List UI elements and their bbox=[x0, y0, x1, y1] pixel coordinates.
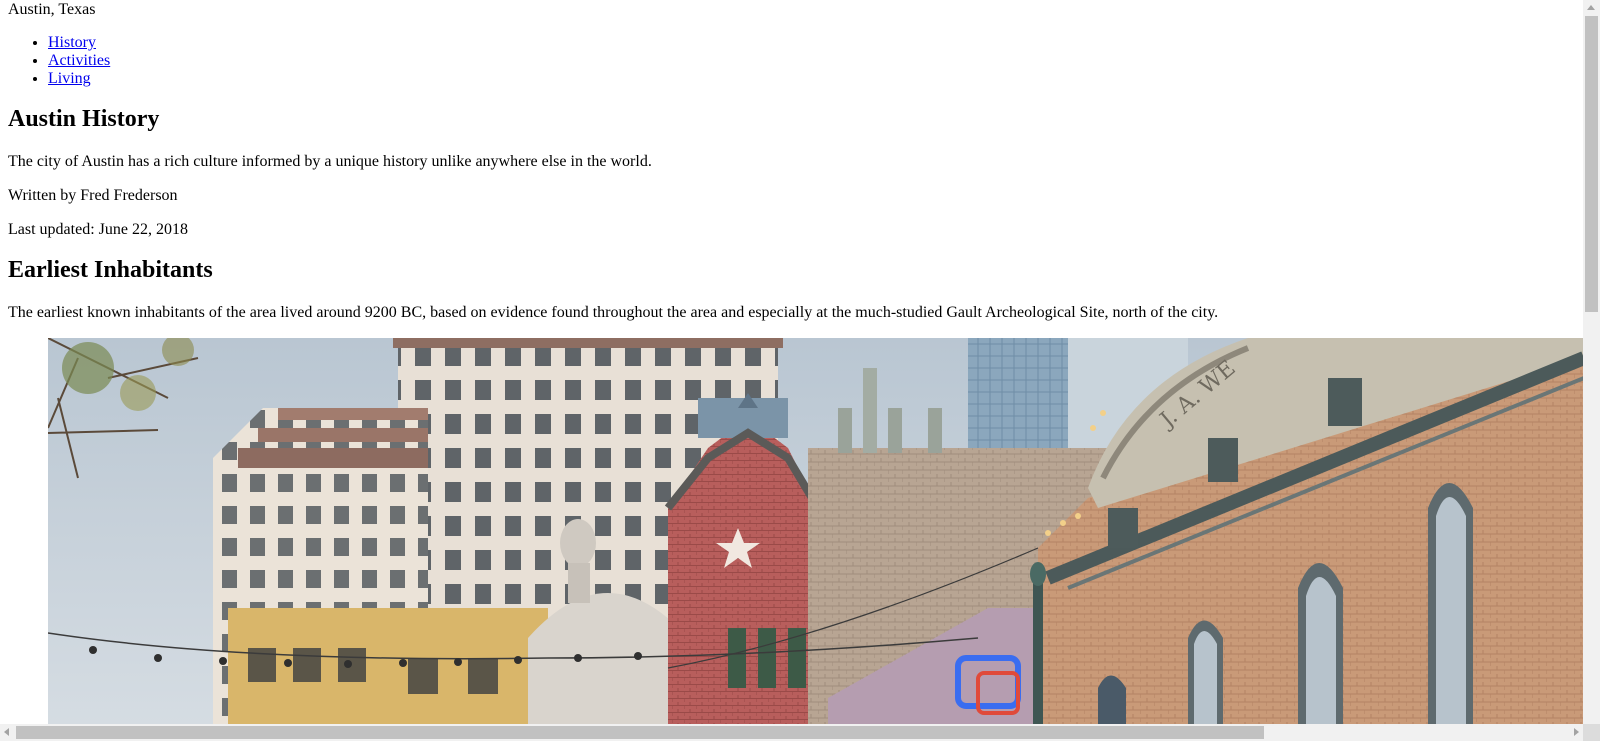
section-paragraph: The earliest known inhabitants of the ar… bbox=[8, 304, 1219, 321]
nav-item-history: History bbox=[48, 34, 1575, 52]
scrollbar-corner bbox=[1583, 724, 1600, 741]
main-nav: History Activities Living bbox=[8, 34, 1575, 88]
vertical-scroll-thumb[interactable] bbox=[1585, 16, 1598, 312]
last-updated: Last updated: June 22, 2018 bbox=[8, 221, 188, 238]
site-title: Austin, Texas bbox=[8, 1, 96, 18]
section-heading: Earliest Inhabitants bbox=[8, 257, 213, 283]
horizontal-scroll-thumb[interactable] bbox=[16, 726, 1264, 739]
austin-street-photo: J. A. WE bbox=[48, 338, 1583, 724]
intro-paragraph: The city of Austin has a rich culture in… bbox=[8, 153, 652, 170]
photo-illustration: J. A. WE bbox=[48, 338, 1583, 724]
nav-item-living: Living bbox=[48, 70, 1575, 88]
page-content: Austin, Texas History Activities Living … bbox=[0, 0, 1583, 724]
vertical-scrollbar[interactable] bbox=[1583, 0, 1600, 724]
author-line: Written by Fred Frederson bbox=[8, 187, 178, 204]
page-viewport: Austin, Texas History Activities Living … bbox=[0, 0, 1583, 724]
scroll-left-arrow-icon[interactable] bbox=[4, 728, 9, 736]
nav-link-living[interactable]: Living bbox=[48, 70, 91, 87]
page-title: Austin History bbox=[8, 106, 160, 132]
nav-link-history[interactable]: History bbox=[48, 34, 96, 51]
horizontal-scrollbar[interactable] bbox=[0, 724, 1583, 741]
scroll-up-arrow-icon[interactable] bbox=[1587, 5, 1595, 10]
nav-link-activities[interactable]: Activities bbox=[48, 52, 110, 69]
nav-item-activities: Activities bbox=[48, 52, 1575, 70]
scroll-right-arrow-icon[interactable] bbox=[1574, 728, 1579, 736]
